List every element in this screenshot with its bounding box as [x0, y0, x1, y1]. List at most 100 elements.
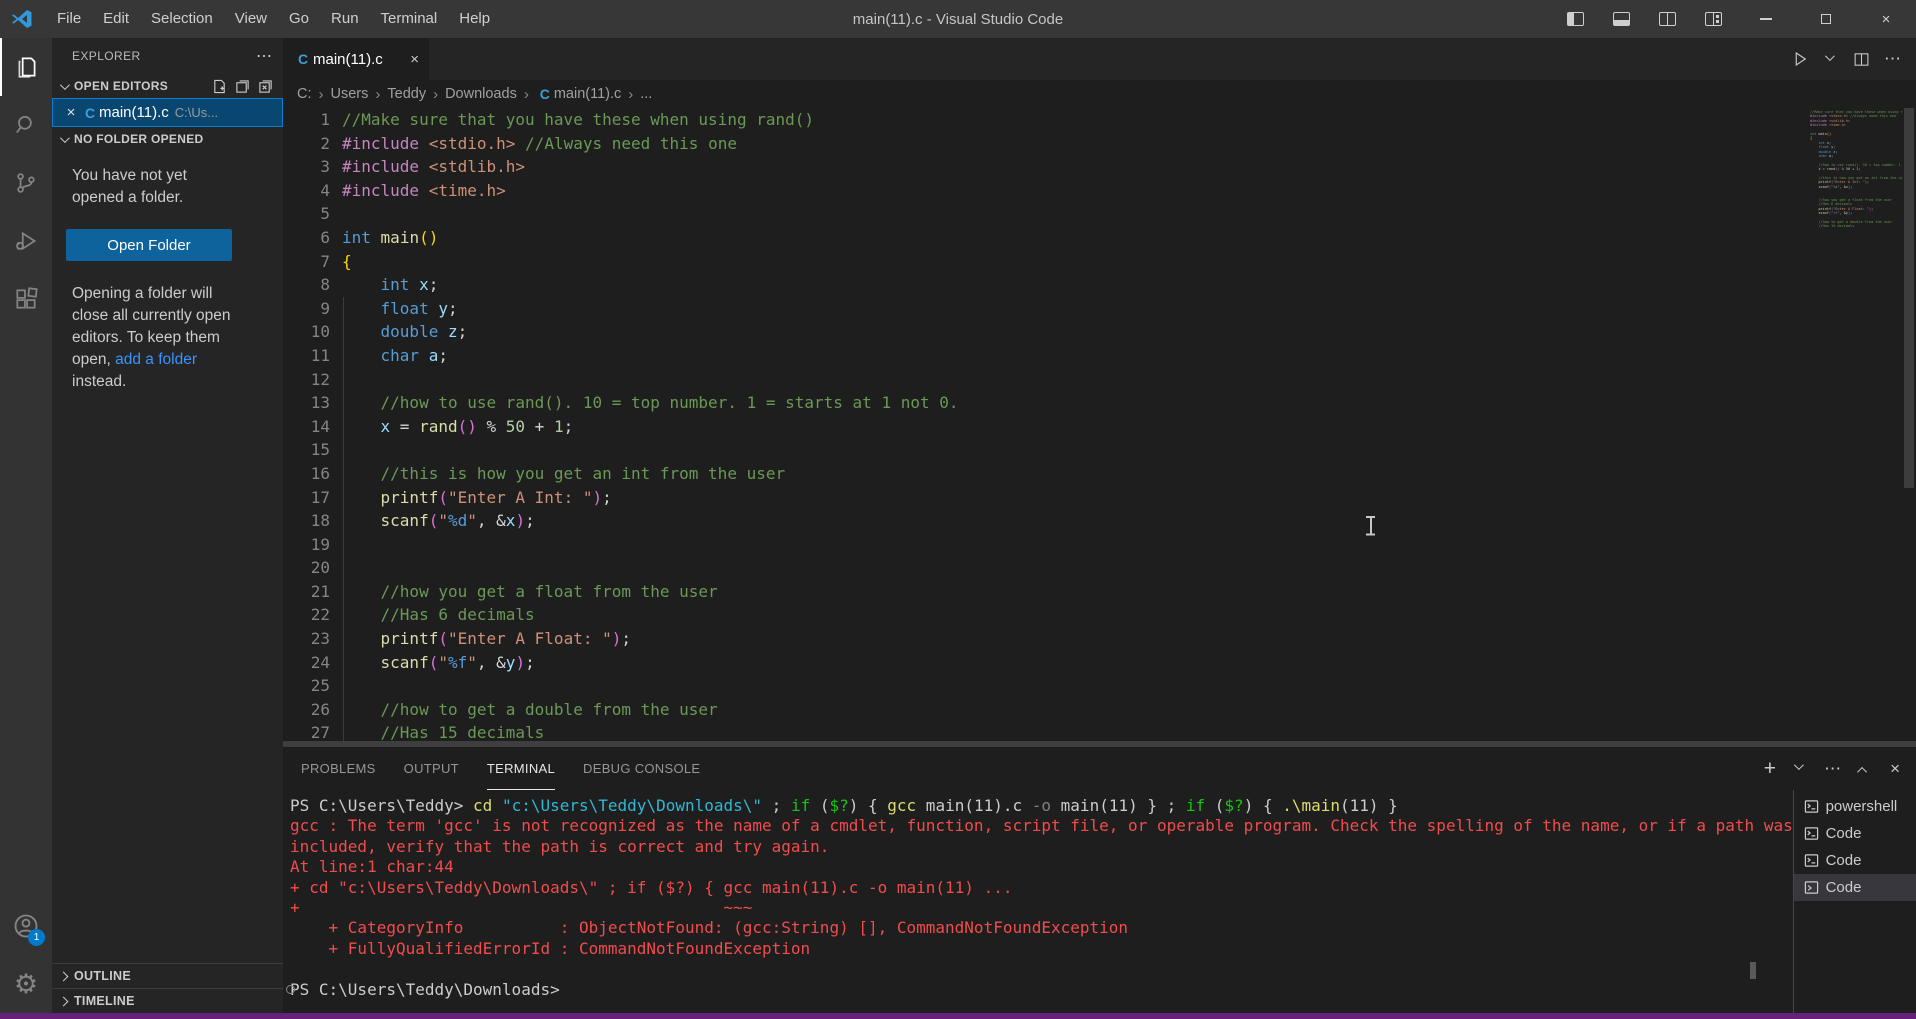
settings-gear-icon[interactable]: ⚙ — [0, 955, 52, 1013]
terminal-instance-powershell[interactable]: powershell — [1794, 793, 1916, 820]
breadcrumb-separator: › — [628, 86, 633, 103]
line-number: 9 — [283, 297, 330, 321]
editor-region: C main(11).c × ⋯ C:›Users›Teddy›Download… — [283, 38, 1916, 1013]
new-file-icon[interactable] — [212, 79, 227, 94]
code-line: 22 //Has 6 decimals — [283, 603, 1916, 627]
open-editor-item[interactable]: × C main(11).c C:\Us... — [52, 98, 283, 127]
customize-layout-icon[interactable] — [1690, 0, 1736, 38]
code-line: 10 double z; — [283, 320, 1916, 344]
split-editor-icon[interactable] — [1853, 51, 1870, 68]
code-line: 6int main() — [283, 226, 1916, 250]
panel-tab-output[interactable]: OUTPUT — [404, 747, 459, 790]
menu-run[interactable]: Run — [320, 0, 370, 38]
minimize-button[interactable] — [1736, 0, 1796, 38]
terminal-line: + ~~~ — [290, 898, 1793, 918]
breadcrumb-item[interactable]: Teddy — [387, 86, 426, 102]
activity-bar: 1 ⚙ — [0, 38, 52, 1013]
restore-button[interactable] — [1796, 0, 1856, 38]
breadcrumb-item[interactable]: ... — [640, 86, 652, 102]
line-number: 5 — [283, 202, 330, 226]
terminal-icon — [1804, 853, 1819, 868]
menu-edit[interactable]: Edit — [92, 0, 140, 38]
timeline-section[interactable]: TIMELINE — [52, 988, 283, 1013]
panel-more-actions-icon[interactable]: ⋯ — [1824, 759, 1842, 779]
save-all-icon[interactable] — [235, 79, 250, 94]
open-editors-section[interactable]: OPEN EDITORS — [52, 74, 283, 98]
terminal-instance-label: powershell — [1826, 798, 1898, 815]
run-debug-icon[interactable] — [0, 212, 52, 270]
outline-section[interactable]: OUTLINE — [52, 963, 283, 988]
close-all-editors-icon[interactable] — [258, 79, 273, 94]
menu-terminal[interactable]: Terminal — [370, 0, 449, 38]
search-icon[interactable] — [0, 96, 52, 154]
terminal-line — [290, 959, 1793, 979]
line-number: 26 — [283, 698, 330, 722]
open-folder-button[interactable]: Open Folder — [66, 229, 232, 261]
menu-help[interactable]: Help — [448, 0, 501, 38]
close-editor-icon[interactable]: × — [61, 104, 81, 121]
toggle-secondary-sidebar-icon[interactable] — [1644, 0, 1690, 38]
line-number: 6 — [283, 226, 330, 250]
terminal-output[interactable]: PS C:\Users\Teddy> cd "c:\Users\Teddy\Do… — [283, 790, 1793, 1013]
editor-horizontal-scrollbar[interactable] — [283, 741, 1916, 747]
explorer-more-actions-icon[interactable]: ⋯ — [256, 46, 273, 66]
menu-bar: FileEditSelectionViewGoRunTerminalHelp — [46, 0, 501, 38]
tab-label: main(11).c — [313, 51, 383, 68]
c-file-icon: C — [293, 51, 313, 67]
menu-selection[interactable]: Selection — [140, 0, 224, 38]
add-folder-link[interactable]: add a folder — [115, 351, 197, 368]
source-control-icon[interactable] — [0, 154, 52, 212]
no-folder-section[interactable]: NO FOLDER OPENED — [52, 127, 283, 151]
close-window-button[interactable]: × — [1856, 0, 1916, 38]
close-panel-icon[interactable]: × — [1890, 759, 1900, 779]
panel-tab-terminal[interactable]: TERMINAL — [487, 747, 555, 790]
explorer-icon[interactable] — [0, 38, 52, 96]
terminal-instance-code[interactable]: Code — [1794, 847, 1916, 874]
terminal-instance-code[interactable]: Code — [1794, 874, 1916, 901]
maximize-panel-icon[interactable] — [1857, 767, 1867, 777]
account-icon[interactable]: 1 — [0, 897, 52, 955]
line-number: 1 — [283, 108, 330, 132]
line-number: 11 — [283, 344, 330, 368]
code-line: 13 //how to use rand(). 10 = top number.… — [283, 391, 1916, 415]
breadcrumb-item[interactable]: Users — [331, 86, 369, 102]
tab-main11c[interactable]: C main(11).c × — [283, 38, 429, 80]
editor-scrollbar[interactable] — [1902, 108, 1916, 741]
breadcrumb-item[interactable]: main(11).c — [554, 86, 621, 102]
code-line: 1//Make sure that you have these when us… — [283, 108, 1916, 132]
open-editor-filename: main(11).c — [99, 104, 169, 121]
toggle-sidebar-icon[interactable] — [1552, 0, 1598, 38]
code-line: 25 — [283, 674, 1916, 698]
terminal-dropdown-chevron-icon[interactable] — [1794, 760, 1804, 770]
breadcrumb-item[interactable]: C: — [297, 86, 312, 102]
line-number: 17 — [283, 486, 330, 510]
minimap[interactable]: //Make sure that you have these when usi… — [1810, 110, 1902, 229]
code-line: 18 scanf("%d", &x); — [283, 509, 1916, 533]
close-tab-icon[interactable]: × — [410, 51, 419, 68]
line-number: 14 — [283, 415, 330, 439]
new-terminal-icon[interactable]: + — [1764, 758, 1776, 779]
code-line: 11 char a; — [283, 344, 1916, 368]
terminal-scrollbar[interactable] — [1750, 962, 1756, 979]
run-dropdown-chevron-icon[interactable] — [1825, 51, 1835, 61]
terminal-instance-code[interactable]: Code — [1794, 820, 1916, 847]
breadcrumb-item[interactable]: Downloads — [445, 86, 517, 102]
menu-go[interactable]: Go — [278, 0, 320, 38]
editor-more-actions-icon[interactable]: ⋯ — [1884, 49, 1902, 69]
line-number: 25 — [283, 674, 330, 698]
menu-file[interactable]: File — [46, 0, 92, 38]
chevron-down-icon — [60, 80, 70, 90]
panel-tab-problems[interactable]: PROBLEMS — [301, 747, 376, 790]
code-line: 9 float y; — [283, 297, 1916, 321]
panel-tab-debug-console[interactable]: DEBUG CONSOLE — [583, 747, 700, 790]
terminal-line: PS C:\Users\Teddy\Downloads> — [290, 980, 1793, 1000]
line-number: 21 — [283, 580, 330, 604]
toggle-panel-icon[interactable] — [1598, 0, 1644, 38]
window-title: main(11).c - Visual Studio Code — [853, 11, 1063, 28]
menu-view[interactable]: View — [224, 0, 278, 38]
run-file-icon[interactable] — [1791, 50, 1809, 68]
breadcrumb[interactable]: C:›Users›Teddy›Downloads›Cmain(11).c›... — [283, 80, 1916, 108]
line-number: 7 — [283, 250, 330, 274]
extensions-icon[interactable] — [0, 270, 52, 328]
code-editor[interactable]: 1 //Make sure that you have these when us… — [283, 108, 1916, 741]
